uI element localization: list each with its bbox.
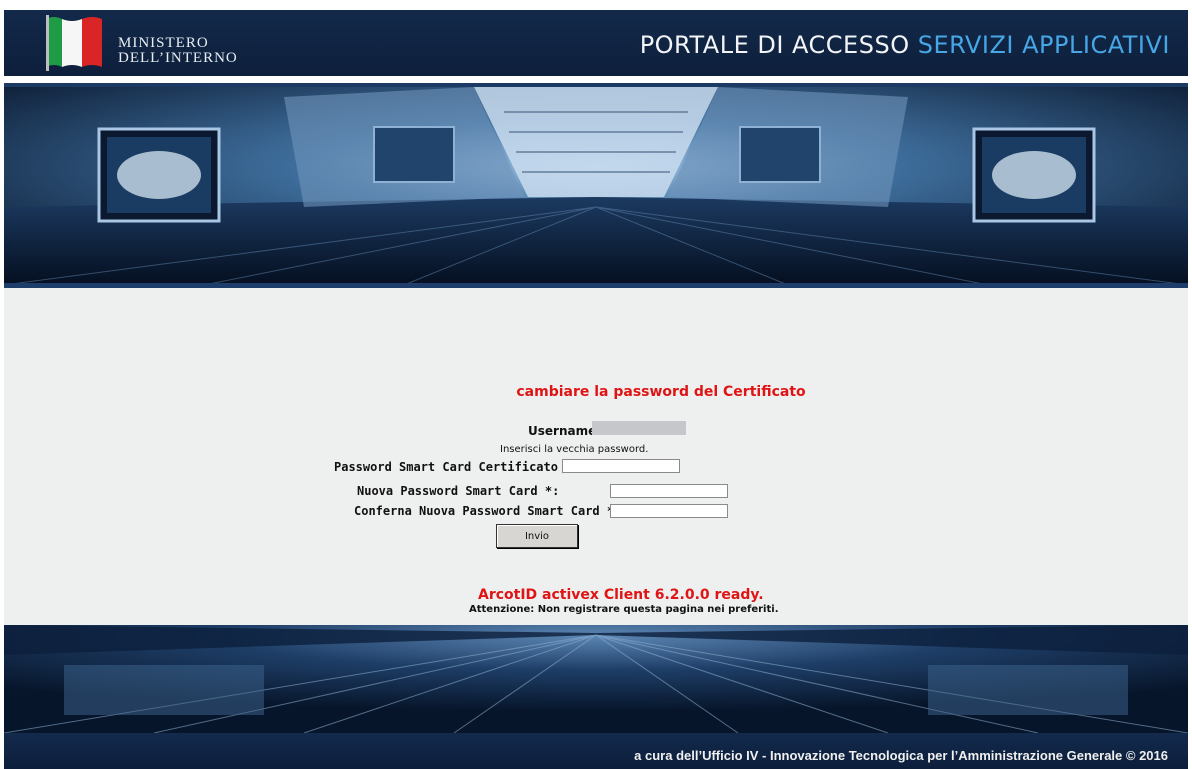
old-password-label: Password Smart Card Certificato : xyxy=(334,460,573,474)
form-title: cambiare la password del Certificato xyxy=(4,384,1188,400)
portal-title-highlight: SERVIZI APPLICATIVI xyxy=(917,31,1170,59)
ministry-name: MINISTERO DELL’INTERNO xyxy=(118,36,238,66)
old-password-input[interactable] xyxy=(562,459,680,473)
site-footer: a cura dell’Ufficio IV - Innovazione Tec… xyxy=(4,733,1188,769)
username-value xyxy=(592,421,686,435)
confirm-password-input[interactable] xyxy=(610,504,728,518)
portal-title: PORTALE DI ACCESSO SERVIZI APPLICATIVI xyxy=(640,31,1170,59)
ministry-line1: MINISTERO xyxy=(118,35,209,51)
new-password-input[interactable] xyxy=(610,484,728,498)
site-header: MINISTERO DELL’INTERNO PORTALE DI ACCESS… xyxy=(4,10,1188,76)
username-label: Username: xyxy=(528,424,602,438)
bottom-banner-image xyxy=(4,625,1188,733)
submit-button[interactable]: Invio xyxy=(496,524,578,548)
ministry-line2: DELL’INTERNO xyxy=(118,50,238,66)
login-content: cambiare la password del Certificato Use… xyxy=(4,288,1188,625)
footer-credit: a cura dell’Ufficio IV - Innovazione Tec… xyxy=(634,748,1168,763)
bookmark-warning: Attenzione: Non registrare questa pagina… xyxy=(469,604,779,615)
client-ready-status: ArcotID activex Client 6.2.0.0 ready. xyxy=(478,587,764,603)
confirm-password-label: Conferna Nuova Password Smart Card *: xyxy=(354,504,622,518)
old-password-hint: Inserisci la vecchia password. xyxy=(500,444,649,455)
italian-flag-icon xyxy=(46,15,102,71)
form-title-text: cambiare la password del Certificato xyxy=(516,384,806,400)
portal-title-main: PORTALE DI ACCESSO xyxy=(639,31,910,59)
new-password-label: Nuova Password Smart Card *: xyxy=(357,484,560,498)
top-banner-image xyxy=(4,87,1188,285)
